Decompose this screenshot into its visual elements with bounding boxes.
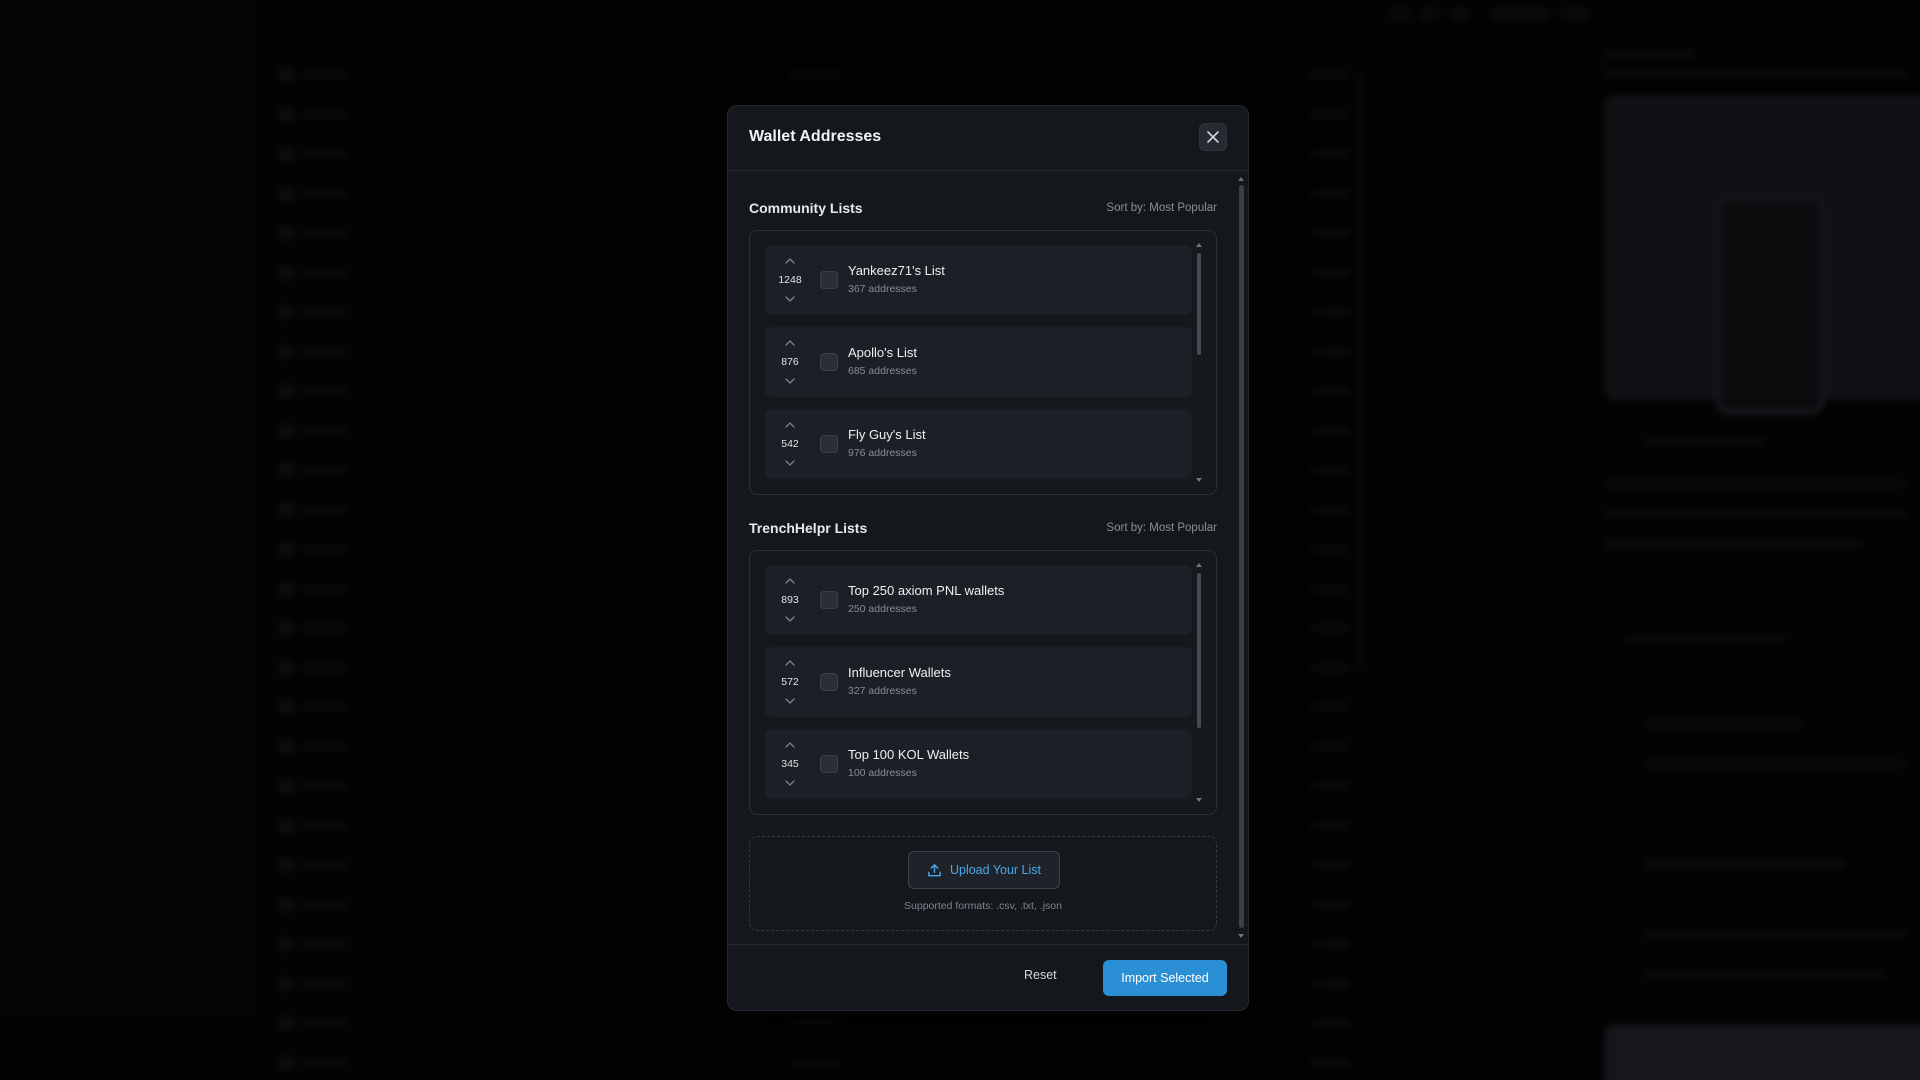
list-item[interactable]: 345 Top 100 KOL Wallets 100 addresses [765,729,1192,799]
upvote-chevron-up-icon[interactable] [784,577,796,585]
vote-count: 1248 [778,274,802,286]
modal-body: Community Lists Sort by: Most Popular 12… [728,171,1248,944]
downvote-chevron-down-icon[interactable] [784,615,796,623]
trenchhelpr-lists-box: 893 Top 250 axiom PNL wallets 250 addresse… [749,550,1217,815]
downvote-chevron-down-icon[interactable] [784,697,796,705]
upload-supported-formats: Supported formats: .csv, .txt, .json [904,900,1062,912]
upload-icon [928,863,941,876]
community-lists-header: Community Lists Sort by: Most Popular [749,200,1217,220]
list-address-count: 367 addresses [848,283,917,295]
trenchhelpr-lists-title: TrenchHelpr Lists [749,520,868,536]
list-name: Apollo's List [848,345,917,360]
vote-count: 345 [781,758,799,770]
modal-body-scroll-thumb[interactable] [1239,185,1244,928]
list-address-count: 685 addresses [848,365,917,377]
community-lists-box: 1248 Yankeez71's List 367 addresses 876 Apol… [749,230,1217,495]
community-list-scroll-thumb[interactable] [1197,253,1201,355]
upvote-chevron-up-icon[interactable] [784,339,796,347]
list-select-checkbox[interactable] [820,353,838,371]
list-name: Fly Guy's List [848,427,926,442]
list-address-count: 327 addresses [848,685,917,697]
downvote-chevron-down-icon[interactable] [784,377,796,385]
upvote-chevron-up-icon[interactable] [784,659,796,667]
downvote-chevron-down-icon[interactable] [784,779,796,787]
wallet-addresses-modal: Wallet Addresses Community Lists Sort by… [727,105,1249,1011]
vote-control: 876 [775,337,805,387]
vote-count: 572 [781,676,799,688]
community-list-scrollbar[interactable] [1196,243,1202,482]
close-icon [1207,131,1219,143]
upvote-chevron-up-icon[interactable] [784,741,796,749]
trenchhelpr-list: 893 Top 250 axiom PNL wallets 250 addresse… [765,565,1192,800]
modal-header: Wallet Addresses [728,106,1248,171]
community-list: 1248 Yankeez71's List 367 addresses 876 Apol… [765,245,1192,480]
vote-control: 542 [775,419,805,469]
list-item[interactable]: 1248 Yankeez71's List 367 addresses [765,245,1192,315]
vote-control: 1248 [775,255,805,305]
list-name: Top 250 axiom PNL wallets [848,583,1005,598]
vote-control: 893 [775,575,805,625]
trenchhelpr-sort-dropdown[interactable]: Sort by: Most Popular [1106,522,1217,534]
list-item[interactable]: 876 Apollo's List 685 addresses [765,327,1192,397]
community-lists-title: Community Lists [749,200,863,216]
list-address-count: 250 addresses [848,603,917,615]
vote-count: 876 [781,356,799,368]
list-name: Top 100 KOL Wallets [848,747,970,762]
list-address-count: 976 addresses [848,447,917,459]
trenchhelpr-list-scrollbar[interactable] [1196,563,1202,802]
close-button[interactable] [1199,123,1227,151]
list-item[interactable]: 893 Top 250 axiom PNL wallets 250 addresse… [765,565,1192,635]
downvote-chevron-down-icon[interactable] [784,459,796,467]
import-selected-button[interactable]: Import Selected [1103,960,1227,996]
modal-title: Wallet Addresses [749,128,882,145]
vote-control: 572 [775,657,805,707]
vote-control: 345 [775,739,805,789]
upvote-chevron-up-icon[interactable] [784,421,796,429]
upload-list-label: Upload Your List [949,863,1042,877]
downvote-chevron-down-icon[interactable] [784,295,796,303]
list-item[interactable]: 542 Fly Guy's List 976 addresses [765,409,1192,479]
list-name: Yankeez71's List [848,263,945,278]
modal-footer: Reset Import Selected [728,944,1248,1010]
upload-dropzone[interactable]: Upload Your List Supported formats: .csv… [749,836,1217,931]
list-name: Influencer Wallets [848,665,951,680]
list-item[interactable]: 572 Influencer Wallets 327 addresses [765,647,1192,717]
community-sort-dropdown[interactable]: Sort by: Most Popular [1106,202,1217,214]
vote-count: 893 [781,594,799,606]
list-select-checkbox[interactable] [820,271,838,289]
trenchhelpr-lists-header: TrenchHelpr Lists Sort by: Most Popular [749,520,1217,540]
list-select-checkbox[interactable] [820,673,838,691]
list-select-checkbox[interactable] [820,435,838,453]
list-select-checkbox[interactable] [820,755,838,773]
modal-body-scrollbar[interactable] [1238,177,1244,938]
upload-list-button[interactable]: Upload Your List [908,851,1060,889]
reset-button[interactable]: Reset [1024,968,1057,982]
vote-count: 542 [781,438,799,450]
trenchhelpr-list-scroll-thumb[interactable] [1197,573,1201,728]
list-address-count: 100 addresses [848,767,917,779]
list-select-checkbox[interactable] [820,591,838,609]
upvote-chevron-up-icon[interactable] [784,257,796,265]
